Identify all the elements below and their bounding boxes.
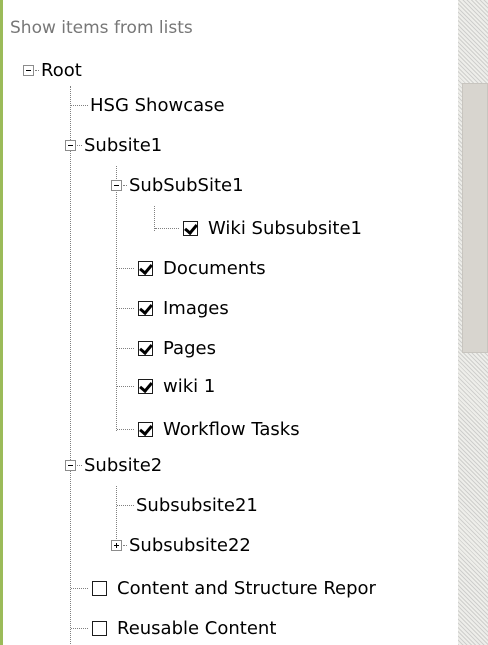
tree-node-label[interactable]: Content and Structure Repor — [115, 578, 376, 599]
tree-node-subsubsite1[interactable]: SubSubSite1 — [111, 170, 244, 200]
tree-node-wiki-subsubsite1[interactable]: Wiki Subsubsite1 — [155, 213, 362, 243]
collapse-icon[interactable] — [65, 459, 76, 471]
tree-node-wiki-1[interactable]: wiki 1 — [117, 371, 215, 401]
tree-connector — [117, 385, 134, 387]
tree-node-documents[interactable]: Documents — [117, 253, 266, 283]
tree-node-pages[interactable]: Pages — [117, 333, 216, 363]
tree-node-subsite1[interactable]: Subsite1 — [65, 130, 162, 160]
collapse-icon[interactable] — [65, 139, 76, 151]
tree-connector — [117, 504, 134, 506]
list-tree-panel: Show items from lists Root HSG Showcase … — [0, 0, 458, 645]
tree-node-hsg-showcase[interactable]: HSG Showcase — [71, 90, 225, 120]
wiki-subsubsite1-checkbox[interactable] — [183, 220, 198, 236]
tree-node-label[interactable]: SubSubSite1 — [127, 175, 244, 196]
tree-connector — [71, 104, 88, 106]
collapse-icon[interactable] — [111, 179, 122, 191]
wiki-1-checkbox[interactable] — [138, 378, 153, 394]
tree-connector — [117, 428, 134, 430]
tree-node-root[interactable]: Root — [23, 55, 82, 85]
expand-icon[interactable] — [111, 539, 122, 551]
tree-connector — [71, 627, 88, 629]
tree-node-images[interactable]: Images — [117, 293, 229, 323]
tree-node-subsubsite22[interactable]: Subsubsite22 — [111, 530, 251, 560]
tree-node-label[interactable]: Subsubsite21 — [134, 495, 258, 516]
tree-node-subsubsite21[interactable]: Subsubsite21 — [117, 490, 258, 520]
workflow-tasks-checkbox[interactable] — [138, 421, 153, 437]
tree-connector — [117, 307, 134, 309]
tree-node-label[interactable]: Subsubsite22 — [127, 535, 251, 556]
content-structure-checkbox[interactable] — [92, 580, 107, 596]
tree-node-workflow-tasks[interactable]: Workflow Tasks — [117, 414, 300, 444]
tree-node-label[interactable]: Documents — [161, 258, 266, 279]
tree-node-label[interactable]: Root — [39, 60, 82, 81]
tree-node-subsite2[interactable]: Subsite2 — [65, 450, 162, 480]
pages-checkbox[interactable] — [138, 340, 153, 356]
tree-node-label[interactable]: Images — [161, 298, 229, 319]
tree-connector — [70, 86, 71, 645]
tree-node-label[interactable]: Workflow Tasks — [161, 419, 300, 440]
tree-node-reusable-content[interactable]: Reusable Content — [71, 613, 276, 643]
tree-node-label[interactable]: HSG Showcase — [88, 95, 225, 116]
tree-node-label[interactable]: Wiki Subsubsite1 — [206, 218, 362, 239]
scrollbar-thumb[interactable] — [462, 83, 488, 353]
panel-header: Show items from lists — [10, 18, 193, 38]
tree-connector — [71, 587, 88, 589]
tree-node-content-structure[interactable]: Content and Structure Repor — [71, 573, 376, 603]
tree-connector — [117, 347, 134, 349]
tree-node-label[interactable]: Pages — [161, 338, 216, 359]
collapse-icon[interactable] — [23, 64, 34, 76]
tree-node-label[interactable]: wiki 1 — [161, 376, 215, 397]
images-checkbox[interactable] — [138, 300, 153, 316]
tree-connector — [117, 267, 134, 269]
tree-connector — [155, 227, 179, 229]
tree-node-label[interactable]: Reusable Content — [115, 618, 276, 639]
tree-node-label[interactable]: Subsite2 — [82, 455, 162, 476]
reusable-content-checkbox[interactable] — [92, 620, 107, 636]
tree-node-label[interactable]: Subsite1 — [82, 135, 162, 156]
documents-checkbox[interactable] — [138, 260, 153, 276]
